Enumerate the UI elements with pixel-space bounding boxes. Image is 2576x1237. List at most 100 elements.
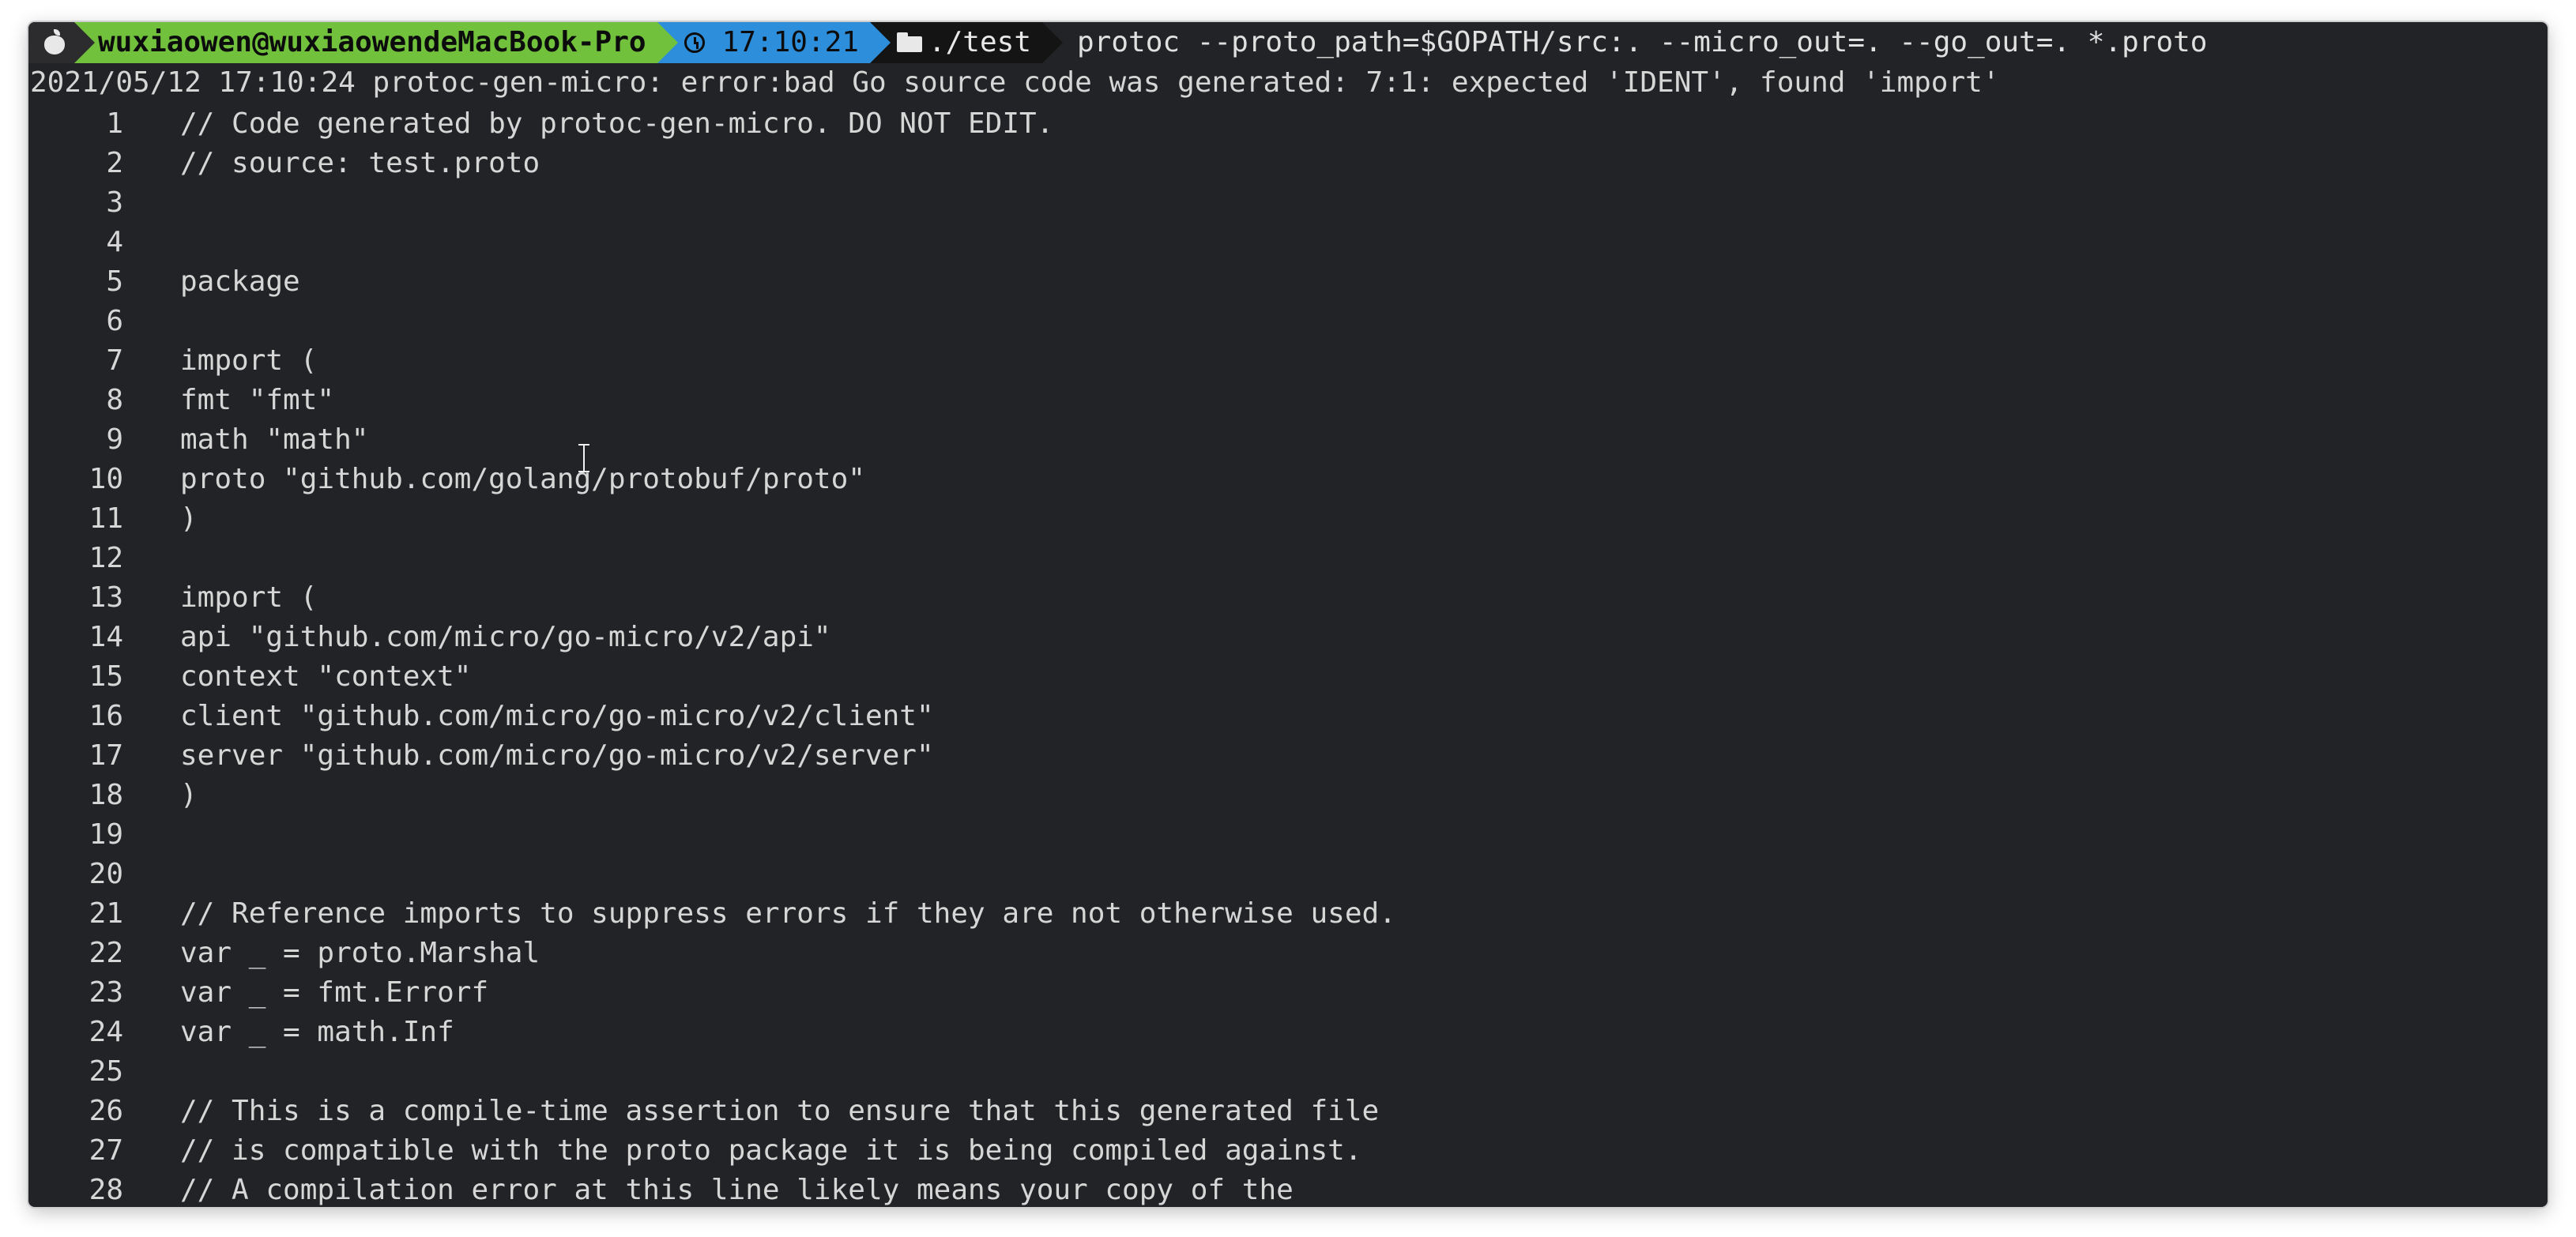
line-text — [123, 302, 180, 341]
line-text — [123, 815, 180, 855]
prompt-directory: ./test — [928, 26, 1031, 58]
line-number: 5 — [106, 265, 123, 298]
code-line: 21 // Reference imports to suppress error… — [28, 894, 1396, 934]
line-number: 16 — [89, 700, 123, 732]
powerline-separator — [1042, 22, 1063, 63]
line-text — [123, 855, 180, 894]
line-number: 9 — [106, 423, 123, 456]
line-number: 8 — [106, 384, 123, 416]
line-text — [123, 1052, 180, 1092]
line-text: proto "github.com/golang/protobuf/proto" — [180, 463, 865, 495]
code-line: 28 // A compilation error at this line li… — [28, 1171, 1396, 1207]
line-number: 13 — [89, 581, 123, 614]
text-cursor-icon — [578, 444, 589, 472]
line-number: 20 — [89, 858, 123, 890]
line-text: // Reference imports to suppress errors … — [180, 897, 1396, 930]
line-text: var _ = math.Inf — [180, 1016, 454, 1048]
line-text: // is compatible with the proto package … — [180, 1134, 1362, 1167]
line-number: 11 — [89, 502, 123, 535]
line-text: ) — [180, 502, 198, 535]
code-line: 6 — [28, 302, 1396, 341]
code-line: 11) — [28, 499, 1396, 539]
line-number: 23 — [89, 976, 123, 1009]
code-line: 5 package — [28, 262, 1396, 302]
code-line: 10 proto "github.com/golang/protobuf/prot… — [28, 460, 1396, 499]
code-line: 14 api "github.com/micro/go-micro/v2/api" — [28, 618, 1396, 657]
line-number: 25 — [89, 1055, 123, 1088]
code-line: 17 server "github.com/micro/go-micro/v2/s… — [28, 736, 1396, 776]
clock-icon — [684, 32, 705, 53]
line-text: package — [180, 265, 300, 298]
line-number: 22 — [89, 937, 123, 969]
line-number: 19 — [89, 818, 123, 851]
line-text: // A compilation error at this line like… — [180, 1174, 1294, 1206]
code-line: 22 var _ = proto.Marshal — [28, 934, 1396, 973]
line-text: // source: test.proto — [180, 147, 540, 179]
line-number: 6 — [106, 305, 123, 337]
apple-icon — [43, 29, 66, 56]
code-line: 2 // source: test.proto — [28, 144, 1396, 183]
code-line: 23 var _ = fmt.Errorf — [28, 973, 1396, 1013]
line-number: 4 — [106, 226, 123, 258]
line-text — [123, 539, 180, 578]
prompt-time-segment: 17:10:21 — [657, 22, 891, 63]
prompt-user-segment: wuxiaowen@wuxiaowendeMacBook-Pro — [74, 22, 678, 63]
line-text: math "math" — [180, 423, 369, 456]
line-text: server "github.com/micro/go-micro/v2/ser… — [180, 739, 934, 772]
entered-command[interactable]: protoc --proto_path=$GOPATH/src:. --micr… — [1042, 22, 2207, 63]
line-text: context "context" — [180, 660, 472, 693]
line-number: 1 — [106, 107, 123, 140]
code-line: 15 context "context" — [28, 657, 1396, 697]
line-number: 14 — [89, 621, 123, 653]
prompt-os-segment — [28, 22, 95, 63]
line-text: ) — [180, 779, 198, 811]
terminal-window[interactable]: wuxiaowen@wuxiaowendeMacBook-Pro 17:10:2… — [28, 22, 2548, 1207]
code-line: 8 fmt "fmt" — [28, 381, 1396, 420]
line-text: api "github.com/micro/go-micro/v2/api" — [180, 621, 831, 653]
line-number: 21 — [89, 897, 123, 930]
line-text: var _ = proto.Marshal — [180, 937, 540, 969]
powerline-separator — [657, 22, 678, 63]
line-number: 27 — [89, 1134, 123, 1167]
line-number: 28 — [89, 1174, 123, 1206]
code-line: 16 client "github.com/micro/go-micro/v2/c… — [28, 697, 1396, 736]
generated-code-output[interactable]: 1 // Code generated by protoc-gen-micro. … — [28, 107, 1396, 1207]
line-number: 24 — [89, 1016, 123, 1048]
line-number: 12 — [89, 542, 123, 574]
line-number: 10 — [89, 463, 123, 495]
line-text: // This is a compile-time assertion to e… — [180, 1095, 1380, 1127]
code-line: 1 // Code generated by protoc-gen-micro. … — [28, 104, 1396, 144]
line-number: 15 — [89, 660, 123, 693]
line-text: client "github.com/micro/go-micro/v2/cli… — [180, 700, 934, 732]
code-line: 13 import ( — [28, 578, 1396, 618]
code-line: 3 — [28, 183, 1396, 223]
code-line: 7 import ( — [28, 341, 1396, 381]
code-line: 24 var _ = math.Inf — [28, 1013, 1396, 1052]
line-number: 26 — [89, 1095, 123, 1127]
line-text: import ( — [180, 344, 318, 377]
prompt-directory-segment: ./test — [869, 22, 1063, 63]
line-text: var _ = fmt.Errorf — [180, 976, 489, 1009]
line-text: // Code generated by protoc-gen-micro. D… — [180, 107, 1054, 140]
code-line: 26 // This is a compile-time assertion to… — [28, 1092, 1396, 1131]
prompt-user-host: wuxiaowen@wuxiaowendeMacBook-Pro — [98, 26, 646, 58]
line-number: 7 — [106, 344, 123, 377]
line-number: 3 — [106, 186, 123, 219]
code-line: 20 — [28, 855, 1396, 894]
line-text — [123, 183, 180, 223]
line-number: 2 — [106, 147, 123, 179]
line-number: 17 — [89, 739, 123, 772]
line-text — [123, 223, 180, 262]
line-number: 18 — [89, 779, 123, 811]
code-line: 4 — [28, 223, 1396, 262]
prompt-time: 17:10:21 — [721, 26, 859, 58]
code-line: 9 math "math" — [28, 420, 1396, 460]
code-line: 12 — [28, 539, 1396, 578]
folder-icon — [896, 32, 924, 53]
line-text: fmt "fmt" — [180, 384, 335, 416]
code-line: 19 — [28, 815, 1396, 855]
powerline-separator — [74, 22, 95, 63]
powerline-separator — [869, 22, 891, 63]
code-line: 18) — [28, 776, 1396, 815]
line-text: import ( — [180, 581, 318, 614]
